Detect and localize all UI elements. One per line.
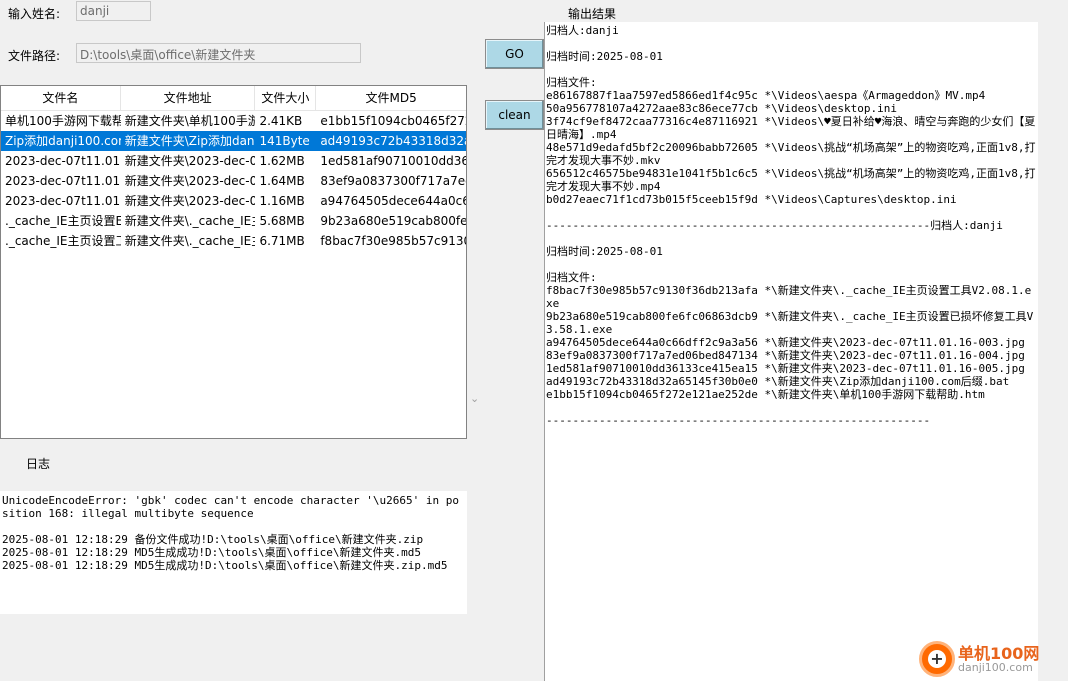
cell-filepath: 新建文件夹\2023-dec-0: [124, 154, 256, 168]
cell-filesize: 2.41KB: [259, 114, 303, 128]
log-line: UnicodeEncodeError: 'gbk' codec can't en…: [2, 494, 459, 520]
column-header-md5[interactable]: 文件MD5: [316, 86, 466, 110]
watermark-logo-icon: +: [919, 641, 955, 677]
cell-filename: Zip添加danji100.com: [5, 134, 121, 148]
watermark-url: danji100.com: [958, 661, 1033, 674]
column-header-filename[interactable]: 文件名: [1, 86, 121, 110]
cell-filesize: 5.68MB: [259, 214, 305, 228]
cell-filepath: 新建文件夹\Zip添加dan: [124, 134, 255, 148]
output-line: f8bac7f30e985b57c9130f36db213afa *\新建文件夹…: [546, 284, 1032, 310]
output-line: 1ed581af90710010dd36133ce415ea15 *\新建文件夹…: [546, 362, 1025, 375]
output-line: a94764505dece644a0c66dff2c9a3a56 *\新建文件夹…: [546, 336, 1025, 349]
path-input[interactable]: D:\tools\桌面\office\新建文件夹: [76, 43, 361, 63]
cell-filepath: 新建文件夹\2023-dec-0: [124, 194, 256, 208]
file-table[interactable]: 文件名 文件地址 文件大小 文件MD5 单机100手游网下载帮 新建文件夹\单机1…: [0, 85, 467, 439]
column-header-filepath[interactable]: 文件地址: [121, 86, 256, 110]
output-line: 归档时间:2025-08-01: [546, 245, 663, 258]
column-header-filesize[interactable]: 文件大小: [255, 86, 317, 110]
table-row[interactable]: 单机100手游网下载帮 新建文件夹\单机100手游 2.41KB e1bb15f109…: [1, 111, 466, 131]
output-textbox[interactable]: 归档人:danji 归档时间:2025-08-01 归档文件: e86167887f1…: [544, 22, 1038, 681]
output-line: b0d27eaec71f1cd73b015f5ceeb15f9d *\Video…: [546, 193, 957, 206]
cell-filesize: 1.64MB: [259, 174, 305, 188]
cell-filesize: 1.16MB: [259, 194, 305, 208]
output-line: e86167887f1aa7597ed5866ed1f4c95c *\Video…: [546, 89, 986, 102]
log-line: 2025-08-01 12:18:29 MD5生成成功!D:\tools\桌面\…: [2, 559, 448, 572]
table-row[interactable]: 2023-dec-07t11.01. 新建文件夹\2023-dec-0 1.62MB…: [1, 151, 466, 171]
cell-md5: 9b23a680e519cab800fe6: [320, 214, 466, 228]
log-line: 2025-08-01 12:18:29 MD5生成成功!D:\tools\桌面\…: [2, 546, 422, 559]
cell-filename: ._cache_IE主页设置工: [5, 234, 121, 248]
cell-filename: ._cache_IE主页设置E: [5, 214, 121, 228]
output-line: 9b23a680e519cab800fe6fc06863dcb9 *\新建文件夹…: [546, 310, 1034, 336]
table-header: 文件名 文件地址 文件大小 文件MD5: [1, 86, 466, 111]
cell-filename: 2023-dec-07t11.01.: [5, 194, 121, 208]
table-row[interactable]: ._cache_IE主页设置E 新建文件夹\._cache_IE主 5.68MB 9b…: [1, 211, 466, 231]
output-line: 48e571d9edafd5bf2c20096babb72605 *\Video…: [546, 141, 1036, 167]
cell-filename: 2023-dec-07t11.01.: [5, 174, 121, 188]
output-line: e1bb15f1094cb0465f272e121ae252de *\新建文件夹…: [546, 388, 985, 401]
cell-filepath: 新建文件夹\._cache_IE主: [124, 214, 256, 228]
name-input[interactable]: danji: [76, 1, 151, 21]
cell-md5: 83ef9a0837300f717a7ed: [320, 174, 466, 188]
log-line: 2025-08-01 12:18:29 备份文件成功!D:\tools\桌面\o…: [2, 533, 424, 546]
cell-md5: 1ed581af90710010dd361: [320, 154, 466, 168]
output-line: 归档文件:: [546, 76, 597, 89]
output-line: 归档人:danji: [546, 24, 619, 37]
cell-md5: f8bac7f30e985b57c9130: [320, 234, 466, 248]
cell-md5: ad49193c72b43318d32a6: [320, 134, 466, 148]
table-row[interactable]: Zip添加danji100.com 新建文件夹\Zip添加dan 141Byte ad…: [1, 131, 466, 151]
cell-filepath: 新建文件夹\单机100手游: [124, 114, 256, 128]
cell-md5: e1bb15f1094cb0465f272: [320, 114, 466, 128]
output-label: 输出结果: [568, 7, 617, 21]
go-button[interactable]: GO: [485, 39, 544, 69]
table-body: 单机100手游网下载帮 新建文件夹\单机100手游 2.41KB e1bb15f109…: [1, 111, 466, 251]
path-label: 文件路径:: [8, 49, 61, 63]
plus-icon: +: [928, 650, 946, 668]
table-row[interactable]: ._cache_IE主页设置工 新建文件夹\._cache_IE主 6.71MB f8…: [1, 231, 466, 251]
clean-button[interactable]: clean: [485, 100, 544, 130]
output-line: ad49193c72b43318d32a65145f30b0e0 *\新建文件夹…: [546, 375, 1010, 388]
cell-filename: 单机100手游网下载帮: [5, 114, 121, 128]
output-line: 50a956778107a4272aae83c86ece77cb *\Video…: [546, 102, 897, 115]
log-label: 日志: [26, 457, 51, 471]
output-line: 归档时间:2025-08-01: [546, 50, 663, 63]
chevron-down-icon: ⌄: [470, 392, 480, 405]
name-label: 输入姓名:: [8, 7, 61, 21]
output-line: 3f74cf9ef8472caa77316c4e87116921 *\Video…: [546, 115, 1036, 141]
cell-filename: 2023-dec-07t11.01.: [5, 154, 121, 168]
output-line: 83ef9a0837300f717a7ed06bed847134 *\新建文件夹…: [546, 349, 1025, 362]
cell-filesize: 1.62MB: [259, 154, 305, 168]
output-line: ----------------------------------------…: [546, 219, 1003, 232]
output-line: 归档文件:: [546, 271, 597, 284]
table-row[interactable]: 2023-dec-07t11.01. 新建文件夹\2023-dec-0 1.16MB…: [1, 191, 466, 211]
output-line: 656512c46575be94831e1041f5b1c6c5 *\Video…: [546, 167, 1036, 193]
cell-filepath: 新建文件夹\._cache_IE主: [124, 234, 256, 248]
cell-filepath: 新建文件夹\2023-dec-0: [124, 174, 256, 188]
cell-filesize: 6.71MB: [259, 234, 305, 248]
output-line: ----------------------------------------…: [546, 414, 931, 427]
log-textbox[interactable]: UnicodeEncodeError: 'gbk' codec can't en…: [0, 491, 467, 614]
table-row[interactable]: 2023-dec-07t11.01. 新建文件夹\2023-dec-0 1.64MB…: [1, 171, 466, 191]
cell-filesize: 141Byte: [259, 134, 310, 148]
cell-md5: a94764505dece644a0c66: [320, 194, 466, 208]
